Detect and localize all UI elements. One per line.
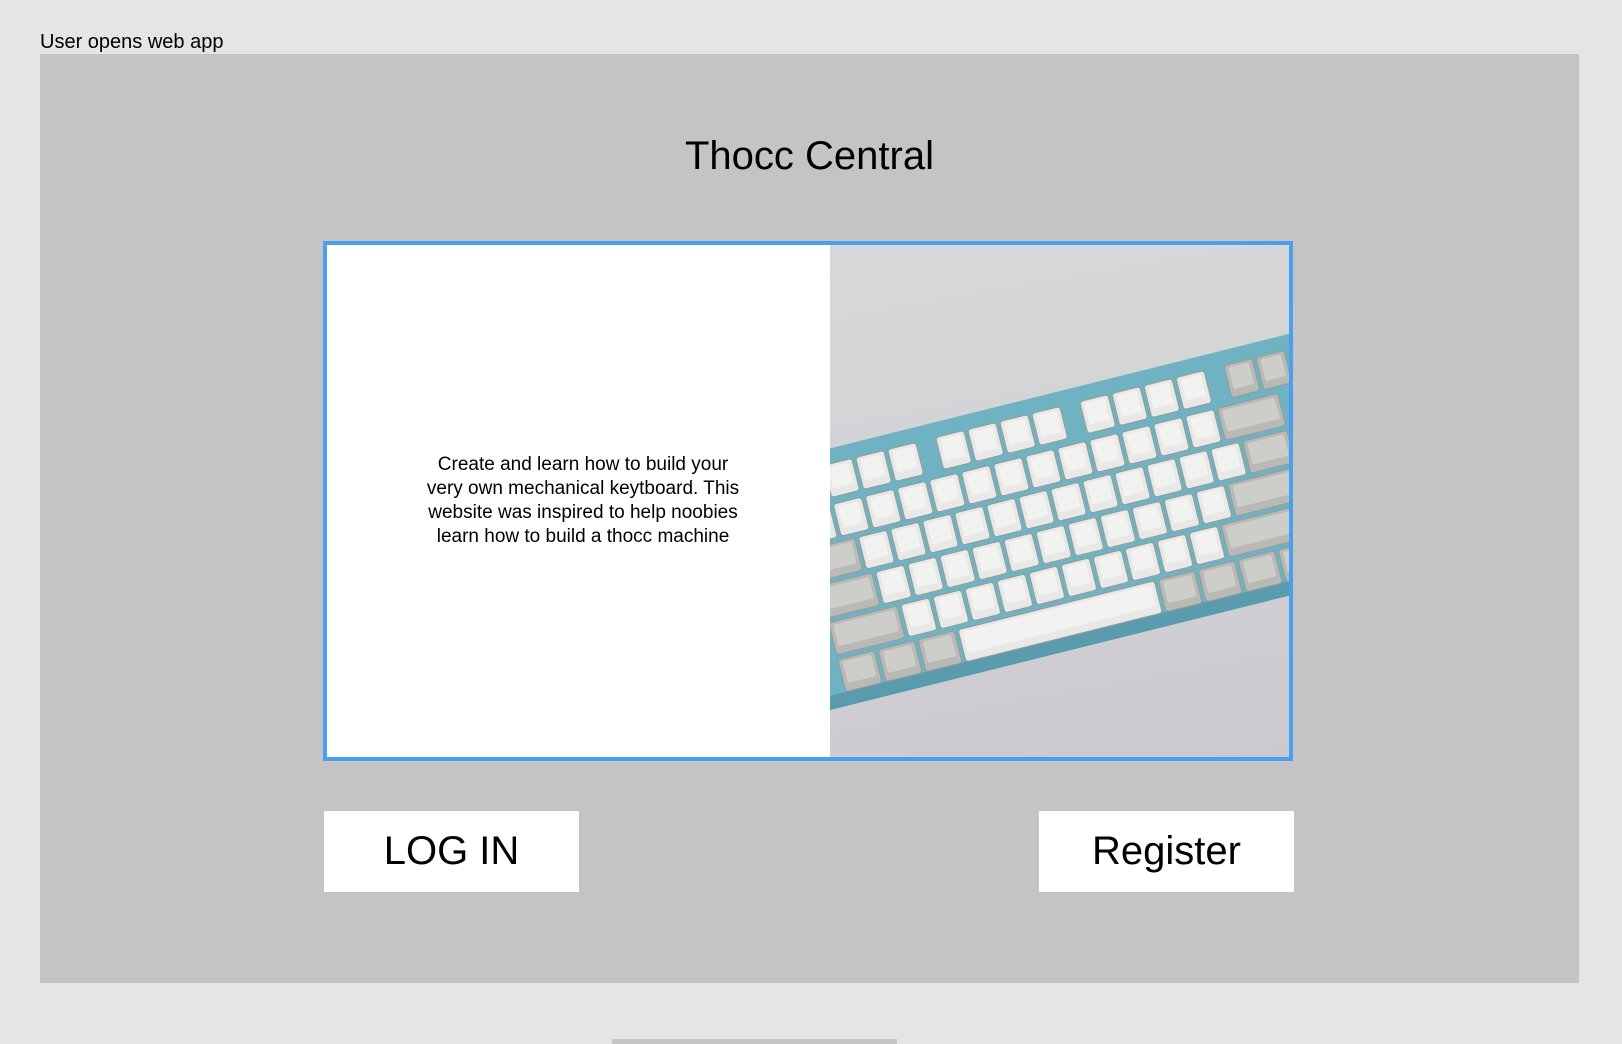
frame-label: User opens web app — [40, 31, 224, 53]
keyboard-image — [830, 245, 1289, 757]
hero-card: Create and learn how to build your very … — [323, 241, 1293, 761]
hero-description: Create and learn how to build your very … — [426, 454, 740, 547]
login-button[interactable]: LOG IN — [324, 811, 579, 892]
scrollbar-thumb[interactable] — [612, 1039, 897, 1044]
keyboard-illustration — [830, 330, 1289, 711]
hero-text-panel: Create and learn how to build your very … — [327, 245, 830, 757]
app-title: Thocc Central — [685, 134, 934, 178]
app-frame: Thocc Central Create and learn how to bu… — [40, 54, 1579, 983]
register-button[interactable]: Register — [1039, 811, 1294, 892]
